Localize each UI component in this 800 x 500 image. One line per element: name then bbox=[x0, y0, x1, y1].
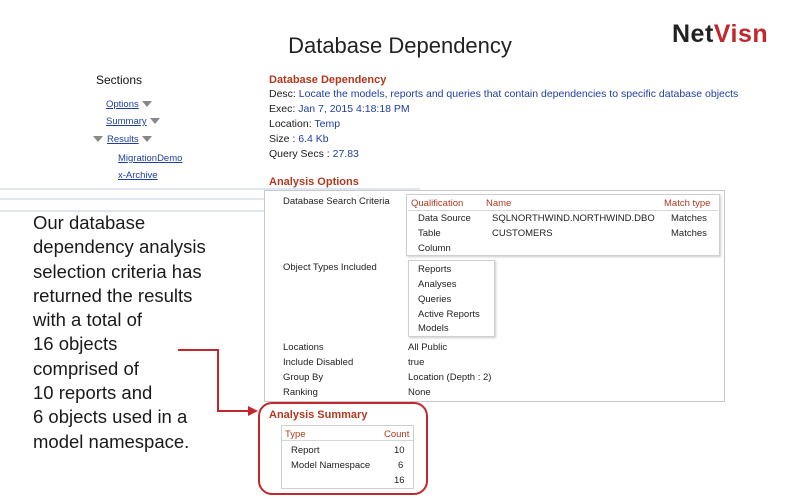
criteria-cell: Column bbox=[418, 243, 451, 254]
section-link-summary[interactable]: Summary bbox=[106, 116, 160, 127]
criteria-header-name: Name bbox=[486, 198, 512, 209]
summary-cell: Model Namespace bbox=[291, 460, 371, 471]
criteria-header-qualification: Qualification bbox=[411, 198, 464, 209]
report-title: Database Dependency bbox=[269, 74, 387, 86]
callout-line: with a total of bbox=[33, 309, 143, 331]
section-link-x-archive[interactable]: x-Archive bbox=[118, 170, 158, 181]
summary-total: 16 bbox=[394, 475, 405, 486]
summary-cell: 10 bbox=[394, 445, 405, 456]
summary-header-count: Count bbox=[384, 429, 410, 440]
criteria-cell: Data Source bbox=[418, 213, 471, 224]
report-query-secs: Query Secs : 27.83 bbox=[269, 148, 359, 160]
callout-line: selection criteria has bbox=[33, 260, 202, 282]
netvisn-logo: NetVisn bbox=[672, 20, 769, 48]
chevron-down-icon[interactable] bbox=[141, 136, 152, 143]
section-link-label: Results bbox=[107, 134, 139, 145]
section-link-label: MigrationDemo bbox=[118, 153, 183, 164]
object-type-item: Reports bbox=[418, 264, 452, 275]
include-disabled-value: true bbox=[408, 357, 425, 368]
section-link-label: x-Archive bbox=[118, 170, 158, 181]
criteria-cell: CUSTOMERS bbox=[492, 228, 553, 239]
criteria-cell: SQLNORTHWIND.NORTHWIND.DBO bbox=[492, 213, 655, 224]
report-header: Database Dependency Desc: Locate the mod… bbox=[269, 74, 794, 162]
section-link-migrationdemo[interactable]: MigrationDemo bbox=[118, 153, 182, 164]
section-link-options[interactable]: Options bbox=[106, 99, 152, 110]
object-types-label: Object Types Included bbox=[283, 262, 377, 273]
criteria-cell: Matches bbox=[671, 213, 707, 224]
callout-line: comprised of bbox=[33, 357, 139, 379]
callout-line: Our database bbox=[33, 212, 146, 233]
analysis-options-heading: Analysis Options bbox=[269, 176, 359, 188]
callout-line: returned the results bbox=[33, 284, 193, 306]
chevron-down-icon[interactable] bbox=[149, 118, 160, 125]
object-type-item: Analyses bbox=[418, 279, 457, 290]
object-type-item: Queries bbox=[418, 294, 452, 305]
section-link-results[interactable]: Results bbox=[93, 134, 152, 145]
group-by-label: Group By bbox=[283, 372, 324, 383]
object-type-item: Models bbox=[418, 323, 449, 334]
report-size: Size : 6.4 Kb bbox=[269, 133, 329, 145]
callout-line: 16 objects bbox=[33, 333, 118, 355]
criteria-cell: Table bbox=[418, 228, 441, 239]
callout-line: model namespace. bbox=[33, 430, 190, 452]
table-divider bbox=[282, 440, 413, 441]
report-exec: Exec: Jan 7, 2015 4:18:18 PM bbox=[269, 103, 410, 115]
analysis-summary-heading: Analysis Summary bbox=[269, 409, 368, 421]
ranking-value: None bbox=[408, 387, 431, 398]
locations-label: Locations bbox=[283, 342, 324, 353]
report-location: Location: Temp bbox=[269, 118, 341, 130]
include-disabled-label: Include Disabled bbox=[283, 357, 354, 368]
expand-toggle-icon[interactable] bbox=[93, 136, 103, 143]
chevron-down-icon[interactable] bbox=[141, 101, 152, 108]
criteria-header-match-type: Match type bbox=[664, 198, 711, 209]
criteria-cell: Matches bbox=[671, 228, 707, 239]
section-link-label: Options bbox=[106, 99, 139, 110]
summary-header-type: Type bbox=[285, 429, 306, 440]
sections-heading: Sections bbox=[96, 73, 143, 87]
section-link-label: Summary bbox=[106, 116, 147, 127]
ranking-label: Ranking bbox=[283, 387, 318, 398]
summary-cell: 6 bbox=[398, 460, 404, 471]
callout-text: Our database dependency analysis selecti… bbox=[33, 211, 233, 454]
criteria-label: Database Search Criteria bbox=[283, 196, 390, 207]
callout-line: 10 reports and bbox=[33, 382, 153, 404]
locations-value: All Public bbox=[408, 342, 448, 353]
callout-line: 6 objects used in a bbox=[33, 406, 188, 428]
summary-cell: Report bbox=[291, 445, 320, 456]
table-divider bbox=[408, 210, 718, 211]
group-by-value: Location (Depth : 2) bbox=[408, 372, 492, 383]
arrow-head-icon bbox=[248, 406, 258, 416]
object-type-item: Active Reports bbox=[418, 309, 480, 320]
callout-line: dependency analysis bbox=[33, 236, 206, 258]
report-desc: Desc: Locate the models, reports and que… bbox=[269, 88, 739, 100]
